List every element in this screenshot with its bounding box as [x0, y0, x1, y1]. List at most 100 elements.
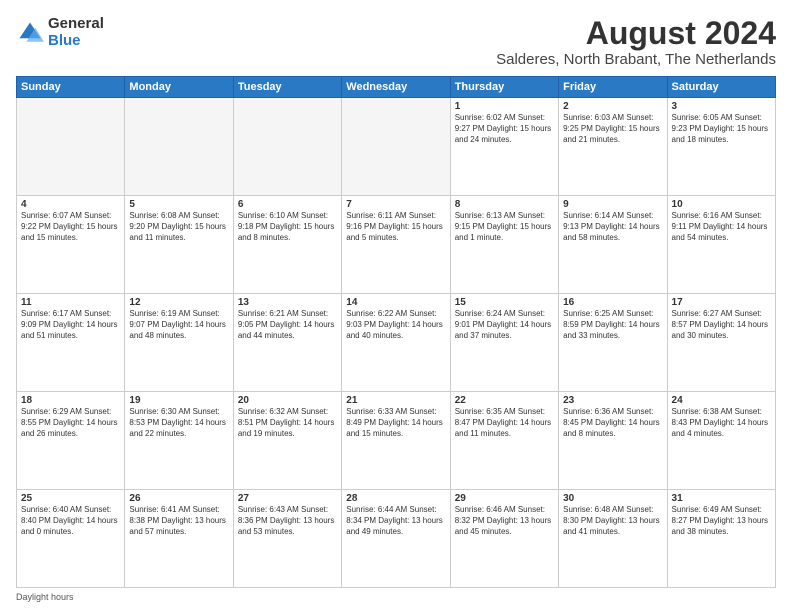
calendar-cell: 13Sunrise: 6:21 AM Sunset: 9:05 PM Dayli… — [233, 294, 341, 392]
day-info: Sunrise: 6:21 AM Sunset: 9:05 PM Dayligh… — [238, 309, 337, 341]
header-wednesday: Wednesday — [342, 77, 450, 98]
day-info: Sunrise: 6:16 AM Sunset: 9:11 PM Dayligh… — [672, 211, 771, 243]
calendar-week-3: 18Sunrise: 6:29 AM Sunset: 8:55 PM Dayli… — [17, 392, 776, 490]
day-info: Sunrise: 6:05 AM Sunset: 9:23 PM Dayligh… — [672, 113, 771, 145]
header-sunday: Sunday — [17, 77, 125, 98]
day-info: Sunrise: 6:32 AM Sunset: 8:51 PM Dayligh… — [238, 407, 337, 439]
calendar-week-4: 25Sunrise: 6:40 AM Sunset: 8:40 PM Dayli… — [17, 490, 776, 588]
day-info: Sunrise: 6:17 AM Sunset: 9:09 PM Dayligh… — [21, 309, 120, 341]
calendar-cell: 19Sunrise: 6:30 AM Sunset: 8:53 PM Dayli… — [125, 392, 233, 490]
header-saturday: Saturday — [667, 77, 775, 98]
day-info: Sunrise: 6:48 AM Sunset: 8:30 PM Dayligh… — [563, 505, 662, 537]
calendar-cell: 12Sunrise: 6:19 AM Sunset: 9:07 PM Dayli… — [125, 294, 233, 392]
calendar-cell: 11Sunrise: 6:17 AM Sunset: 9:09 PM Dayli… — [17, 294, 125, 392]
day-info: Sunrise: 6:30 AM Sunset: 8:53 PM Dayligh… — [129, 407, 228, 439]
day-info: Sunrise: 6:44 AM Sunset: 8:34 PM Dayligh… — [346, 505, 445, 537]
day-info: Sunrise: 6:43 AM Sunset: 8:36 PM Dayligh… — [238, 505, 337, 537]
day-number: 26 — [129, 493, 228, 504]
day-number: 15 — [455, 297, 554, 308]
calendar-cell: 27Sunrise: 6:43 AM Sunset: 8:36 PM Dayli… — [233, 490, 341, 588]
calendar-header-row: Sunday Monday Tuesday Wednesday Thursday… — [17, 77, 776, 98]
header-monday: Monday — [125, 77, 233, 98]
day-number: 16 — [563, 297, 662, 308]
calendar-cell: 2Sunrise: 6:03 AM Sunset: 9:25 PM Daylig… — [559, 98, 667, 196]
calendar-cell: 21Sunrise: 6:33 AM Sunset: 8:49 PM Dayli… — [342, 392, 450, 490]
daylight-hours-label: Daylight hours — [16, 592, 74, 602]
calendar-cell: 26Sunrise: 6:41 AM Sunset: 8:38 PM Dayli… — [125, 490, 233, 588]
day-info: Sunrise: 6:02 AM Sunset: 9:27 PM Dayligh… — [455, 113, 554, 145]
header-thursday: Thursday — [450, 77, 558, 98]
calendar-week-0: 1Sunrise: 6:02 AM Sunset: 9:27 PM Daylig… — [17, 98, 776, 196]
calendar-table: Sunday Monday Tuesday Wednesday Thursday… — [16, 76, 776, 588]
logo-blue: Blue — [48, 33, 104, 50]
day-number: 6 — [238, 199, 337, 210]
calendar-cell: 4Sunrise: 6:07 AM Sunset: 9:22 PM Daylig… — [17, 196, 125, 294]
header-friday: Friday — [559, 77, 667, 98]
calendar-cell: 24Sunrise: 6:38 AM Sunset: 8:43 PM Dayli… — [667, 392, 775, 490]
day-info: Sunrise: 6:22 AM Sunset: 9:03 PM Dayligh… — [346, 309, 445, 341]
day-info: Sunrise: 6:10 AM Sunset: 9:18 PM Dayligh… — [238, 211, 337, 243]
day-info: Sunrise: 6:19 AM Sunset: 9:07 PM Dayligh… — [129, 309, 228, 341]
title-location: Salderes, North Brabant, The Netherlands — [496, 51, 776, 68]
day-info: Sunrise: 6:40 AM Sunset: 8:40 PM Dayligh… — [21, 505, 120, 537]
day-number: 14 — [346, 297, 445, 308]
calendar-cell: 15Sunrise: 6:24 AM Sunset: 9:01 PM Dayli… — [450, 294, 558, 392]
day-number: 24 — [672, 395, 771, 406]
calendar-cell: 14Sunrise: 6:22 AM Sunset: 9:03 PM Dayli… — [342, 294, 450, 392]
calendar-cell: 31Sunrise: 6:49 AM Sunset: 8:27 PM Dayli… — [667, 490, 775, 588]
header: General Blue August 2024 Salderes, North… — [16, 16, 776, 68]
day-number: 7 — [346, 199, 445, 210]
calendar-cell: 5Sunrise: 6:08 AM Sunset: 9:20 PM Daylig… — [125, 196, 233, 294]
title-month: August 2024 — [496, 16, 776, 51]
day-info: Sunrise: 6:13 AM Sunset: 9:15 PM Dayligh… — [455, 211, 554, 243]
calendar-cell — [17, 98, 125, 196]
day-number: 25 — [21, 493, 120, 504]
calendar-cell: 30Sunrise: 6:48 AM Sunset: 8:30 PM Dayli… — [559, 490, 667, 588]
day-number: 2 — [563, 101, 662, 112]
calendar-cell: 29Sunrise: 6:46 AM Sunset: 8:32 PM Dayli… — [450, 490, 558, 588]
calendar-cell: 22Sunrise: 6:35 AM Sunset: 8:47 PM Dayli… — [450, 392, 558, 490]
calendar-cell: 28Sunrise: 6:44 AM Sunset: 8:34 PM Dayli… — [342, 490, 450, 588]
calendar-week-1: 4Sunrise: 6:07 AM Sunset: 9:22 PM Daylig… — [17, 196, 776, 294]
calendar-cell — [125, 98, 233, 196]
day-number: 27 — [238, 493, 337, 504]
day-info: Sunrise: 6:07 AM Sunset: 9:22 PM Dayligh… — [21, 211, 120, 243]
day-info: Sunrise: 6:38 AM Sunset: 8:43 PM Dayligh… — [672, 407, 771, 439]
page: General Blue August 2024 Salderes, North… — [0, 0, 792, 612]
title-block: August 2024 Salderes, North Brabant, The… — [496, 16, 776, 68]
day-info: Sunrise: 6:41 AM Sunset: 8:38 PM Dayligh… — [129, 505, 228, 537]
day-number: 10 — [672, 199, 771, 210]
calendar-cell: 18Sunrise: 6:29 AM Sunset: 8:55 PM Dayli… — [17, 392, 125, 490]
calendar-cell: 9Sunrise: 6:14 AM Sunset: 9:13 PM Daylig… — [559, 196, 667, 294]
day-info: Sunrise: 6:27 AM Sunset: 8:57 PM Dayligh… — [672, 309, 771, 341]
calendar-cell — [233, 98, 341, 196]
day-info: Sunrise: 6:35 AM Sunset: 8:47 PM Dayligh… — [455, 407, 554, 439]
day-number: 12 — [129, 297, 228, 308]
calendar-cell — [342, 98, 450, 196]
footer-note: Daylight hours — [16, 592, 776, 602]
calendar-cell: 20Sunrise: 6:32 AM Sunset: 8:51 PM Dayli… — [233, 392, 341, 490]
calendar-week-2: 11Sunrise: 6:17 AM Sunset: 9:09 PM Dayli… — [17, 294, 776, 392]
calendar-cell: 7Sunrise: 6:11 AM Sunset: 9:16 PM Daylig… — [342, 196, 450, 294]
day-info: Sunrise: 6:08 AM Sunset: 9:20 PM Dayligh… — [129, 211, 228, 243]
day-info: Sunrise: 6:33 AM Sunset: 8:49 PM Dayligh… — [346, 407, 445, 439]
header-tuesday: Tuesday — [233, 77, 341, 98]
logo-icon — [16, 19, 44, 47]
day-number: 19 — [129, 395, 228, 406]
day-number: 29 — [455, 493, 554, 504]
day-number: 4 — [21, 199, 120, 210]
day-number: 8 — [455, 199, 554, 210]
day-number: 13 — [238, 297, 337, 308]
day-number: 5 — [129, 199, 228, 210]
calendar-cell: 25Sunrise: 6:40 AM Sunset: 8:40 PM Dayli… — [17, 490, 125, 588]
calendar-cell: 10Sunrise: 6:16 AM Sunset: 9:11 PM Dayli… — [667, 196, 775, 294]
logo-text: General Blue — [48, 16, 104, 49]
calendar-cell: 8Sunrise: 6:13 AM Sunset: 9:15 PM Daylig… — [450, 196, 558, 294]
day-info: Sunrise: 6:25 AM Sunset: 8:59 PM Dayligh… — [563, 309, 662, 341]
day-number: 9 — [563, 199, 662, 210]
day-number: 18 — [21, 395, 120, 406]
day-number: 23 — [563, 395, 662, 406]
day-number: 22 — [455, 395, 554, 406]
day-number: 28 — [346, 493, 445, 504]
calendar-cell: 23Sunrise: 6:36 AM Sunset: 8:45 PM Dayli… — [559, 392, 667, 490]
